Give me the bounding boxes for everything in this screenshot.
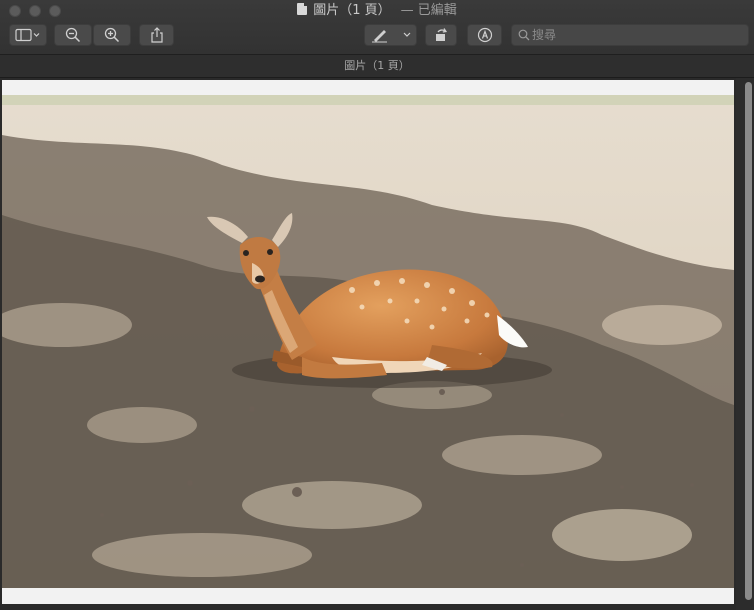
- page-header: 圖片（1 頁）: [0, 55, 754, 78]
- markup-toolbar-button[interactable]: [467, 24, 502, 46]
- search-field[interactable]: [511, 24, 749, 46]
- pen-icon: [371, 30, 410, 43]
- share-button[interactable]: [139, 24, 174, 46]
- page-canvas: [2, 80, 734, 604]
- sidebar-toggle-button[interactable]: [9, 24, 47, 46]
- rotate-icon: [436, 28, 448, 41]
- edited-status: — 已編輯: [400, 3, 457, 18]
- document-icon: [297, 3, 308, 15]
- zoom-in-button[interactable]: [93, 24, 131, 46]
- zoom-in-icon: [104, 27, 120, 43]
- zoom-out-icon: [65, 27, 81, 43]
- markup-pen-button[interactable]: [364, 24, 417, 46]
- window-title: 圖片（1 頁） — 已編輯: [0, 2, 754, 20]
- rotate-button[interactable]: [425, 24, 457, 46]
- sidebar-icon: [15, 28, 40, 42]
- vertical-scrollbar[interactable]: [736, 78, 754, 610]
- deer-photo: [2, 95, 734, 588]
- share-icon: [150, 27, 163, 43]
- preview-window: 圖片（1 頁） — 已編輯 搜尋 圖片（1 頁）: [0, 0, 754, 610]
- document-view[interactable]: [0, 78, 754, 610]
- search-icon: [518, 29, 530, 41]
- markup-icon: [477, 27, 492, 43]
- scroll-thumb[interactable]: [745, 82, 752, 600]
- zoom-out-button[interactable]: [54, 24, 92, 46]
- title-toolbar: 圖片（1 頁） — 已編輯: [0, 0, 754, 55]
- search-input[interactable]: [532, 25, 742, 45]
